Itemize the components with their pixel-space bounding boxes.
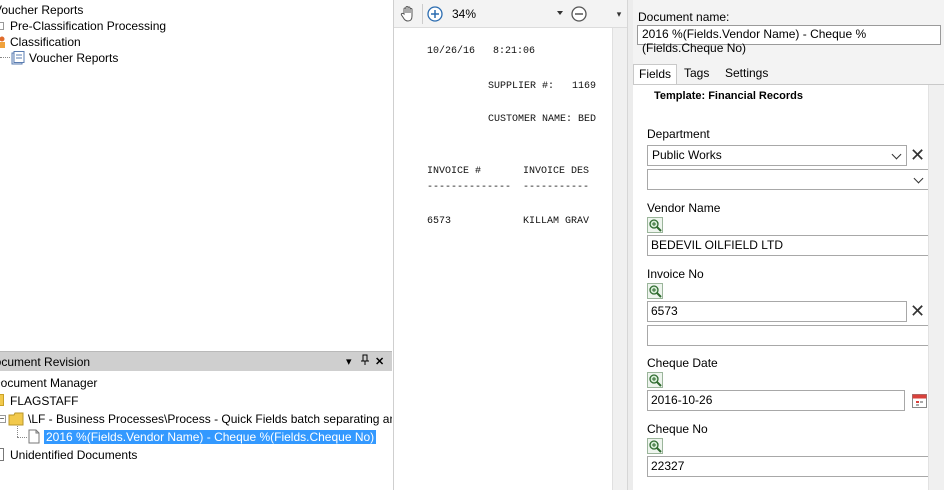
- magnify-icon[interactable]: [647, 217, 663, 233]
- invoice-no-label: Invoice No: [647, 267, 704, 281]
- tree-connector: [17, 426, 18, 437]
- zoom-out-icon[interactable]: [571, 6, 587, 22]
- tree-item-label: \LF - Business Processes\Process - Quick…: [28, 412, 392, 426]
- tree-item-label: FLAGSTAFF: [10, 394, 79, 408]
- folder-icon: [8, 412, 24, 426]
- close-icon[interactable]: ✕: [375, 354, 384, 370]
- vendor-name-input[interactable]: BEDEVIL OILFIELD LTD: [647, 235, 929, 256]
- doc-text-line: 10/26/16 8:21:06: [427, 46, 536, 57]
- doc-text-line: SUPPLIER #: 1169: [488, 81, 597, 92]
- tree-item-label: 2016 %(Fields.Vendor Name) - Cheque %(Fi…: [44, 430, 377, 444]
- remove-value-icon[interactable]: ✕: [910, 302, 925, 320]
- document-revision-header: Document Revision ▾ ✕: [0, 351, 392, 371]
- tree-item-label: Pre-Classification Processing: [10, 19, 167, 33]
- pin-icon[interactable]: [360, 354, 370, 371]
- magnify-icon[interactable]: [647, 438, 663, 454]
- tree-item-voucher-reports-root[interactable]: Voucher Reports: [0, 2, 83, 18]
- document-icon: [0, 448, 4, 461]
- node-icon: [0, 22, 4, 30]
- hand-tool-icon[interactable]: [399, 5, 417, 23]
- document-viewer: 34% ▾ 10/26/16 8:21:06 SUPPLIER #: 1169 …: [393, 0, 628, 490]
- cheque-no-label: Cheque No: [647, 422, 708, 436]
- doc-text-line: 6573 KILLAM GRAV: [427, 216, 590, 227]
- tree-item-document[interactable]: 2016 %(Fields.Vendor Name) - Cheque %(Fi…: [44, 429, 377, 445]
- magnify-icon[interactable]: [647, 283, 663, 299]
- magnify-icon[interactable]: [647, 372, 663, 388]
- tab-fields[interactable]: Fields: [633, 64, 678, 85]
- classification-icon: [0, 36, 6, 48]
- report-icon: [11, 51, 25, 65]
- toolbar-overflow-icon[interactable]: ▾: [612, 4, 626, 24]
- document-icon: [28, 429, 40, 444]
- calendar-icon[interactable]: [912, 392, 927, 408]
- tree-connector: [0, 57, 10, 58]
- metadata-panel: Document name: 2016 %(Fields.Vendor Name…: [633, 0, 944, 490]
- template-label: Template: Financial Records: [654, 90, 803, 102]
- panel-title: Document Revision: [0, 355, 91, 369]
- tree-item-label: Voucher Reports: [0, 3, 84, 17]
- viewer-scrollbar[interactable]: [612, 28, 628, 490]
- cheque-date-label: Cheque Date: [647, 356, 718, 370]
- invoice-no-input-2[interactable]: [647, 325, 929, 346]
- tree-item-flagstaff[interactable]: FLAGSTAFF: [10, 393, 78, 409]
- fields-scrollbar[interactable]: [928, 85, 944, 490]
- doc-text-line: INVOICE # INVOICE DES: [427, 166, 590, 177]
- tree-connector: [17, 437, 27, 438]
- department-select-2[interactable]: [647, 169, 929, 190]
- cheque-date-input[interactable]: 2016-10-26: [647, 390, 905, 411]
- vendor-name-label: Vendor Name: [647, 201, 721, 215]
- left-pane: Voucher Reports Pre-Classification Proce…: [0, 0, 392, 490]
- tree-item-voucher-reports-child[interactable]: Voucher Reports: [29, 50, 118, 66]
- tab-settings[interactable]: Settings: [720, 64, 773, 84]
- zoom-level[interactable]: 34%: [452, 7, 476, 21]
- tree-item-label: Voucher Reports: [29, 51, 119, 65]
- tree-item-folder[interactable]: \LF - Business Processes\Process - Quick…: [28, 411, 392, 427]
- invoice-no-input[interactable]: 6573: [647, 301, 907, 322]
- chevron-down-icon: [913, 173, 924, 184]
- tree-item-label: Classification: [10, 35, 81, 49]
- collapse-icon[interactable]: −: [0, 415, 6, 423]
- tree-item-unidentified[interactable]: Unidentified Documents: [10, 447, 137, 463]
- department-value: Public Works: [652, 148, 722, 162]
- repository-icon: [0, 394, 4, 406]
- separator: [422, 4, 423, 24]
- tree-item-document-manager[interactable]: Document Manager: [0, 375, 97, 391]
- fields-area: Template: Financial Records Department P…: [633, 84, 944, 490]
- viewer-toolbar: 34% ▾: [394, 0, 628, 28]
- tree-item-label: Unidentified Documents: [10, 448, 138, 462]
- document-name-input[interactable]: 2016 %(Fields.Vendor Name) - Cheque %(Fi…: [637, 25, 941, 55]
- doc-text-line: CUSTOMER NAME: BED: [488, 114, 597, 125]
- tree-item-classification[interactable]: Classification: [10, 34, 81, 50]
- zoom-dropdown-icon[interactable]: [557, 11, 563, 15]
- document-name-label: Document name:: [638, 10, 730, 24]
- zoom-in-icon[interactable]: [427, 6, 443, 22]
- doc-text-line: -------------- -----------: [427, 182, 590, 193]
- dropdown-icon[interactable]: ▾: [346, 354, 352, 370]
- chevron-down-icon: [891, 149, 902, 160]
- department-label: Department: [647, 127, 710, 141]
- department-select[interactable]: Public Works: [647, 145, 907, 166]
- tree-item-label: Document Manager: [0, 376, 98, 390]
- remove-value-icon[interactable]: ✕: [910, 146, 925, 164]
- tab-tags[interactable]: Tags: [679, 64, 714, 84]
- tree-item-pre-classification[interactable]: Pre-Classification Processing: [10, 18, 166, 34]
- cheque-no-input[interactable]: 22327: [647, 456, 929, 477]
